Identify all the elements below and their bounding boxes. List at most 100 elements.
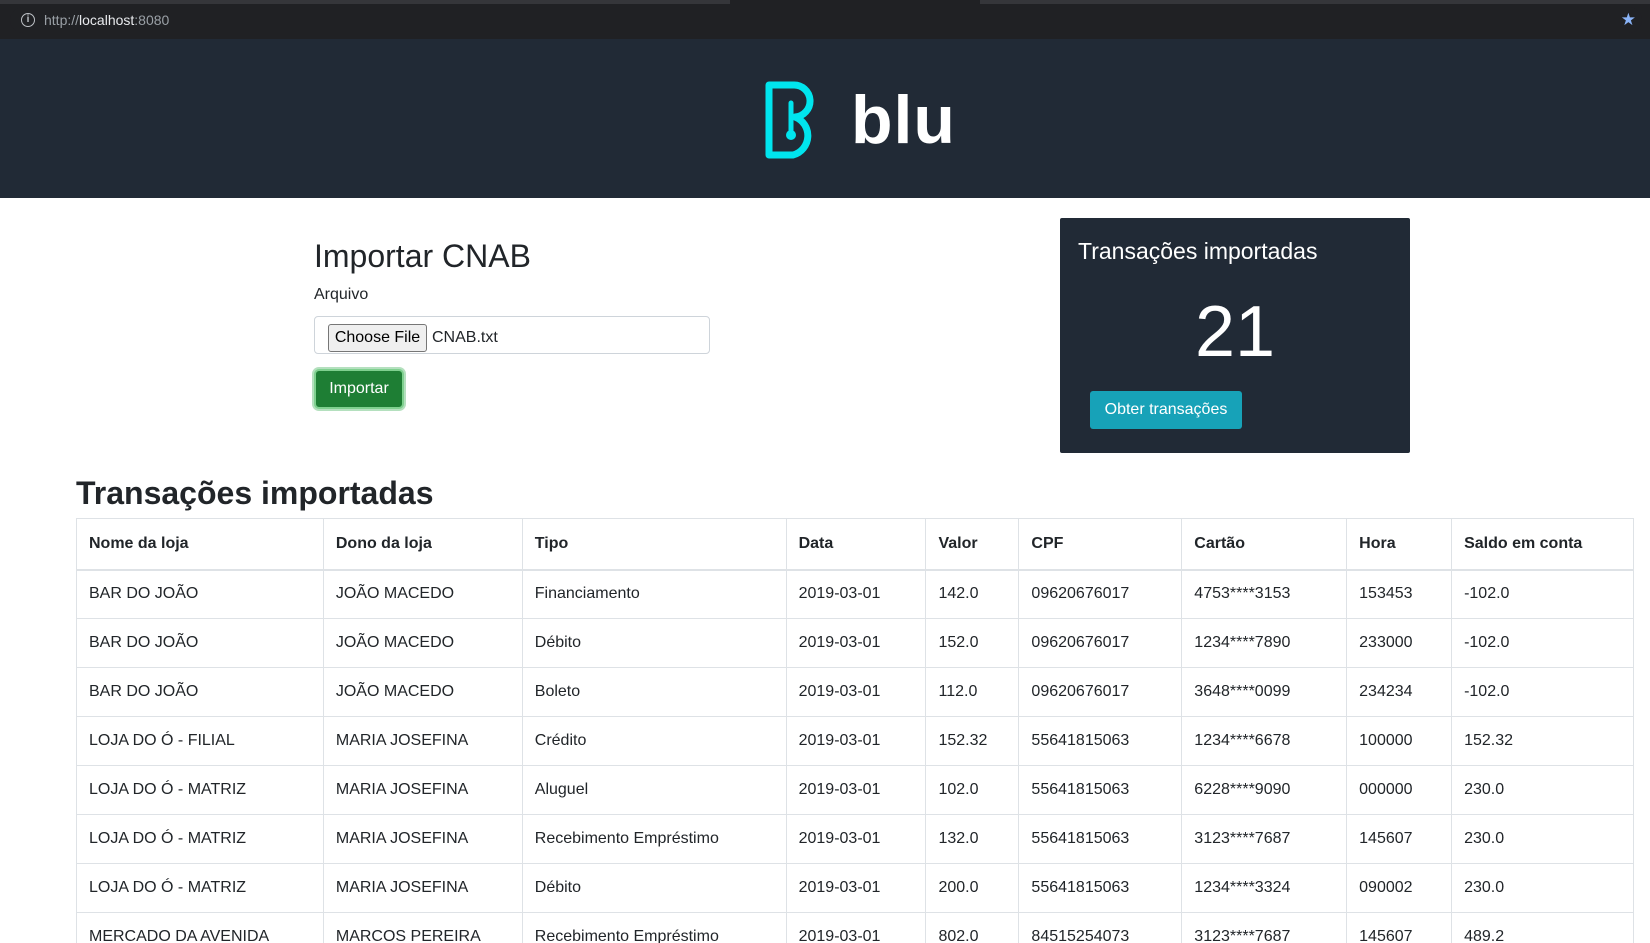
cpf-cell: 55641815063	[1018, 863, 1183, 913]
import-title: Importar CNAB	[314, 238, 531, 274]
value-cell: 102.0	[925, 765, 1020, 815]
cpf-cell: 55641815063	[1018, 716, 1183, 766]
column-header: Data	[785, 518, 927, 571]
table-row: LOJA DO Ó - MATRIZ MARIA JOSEFINA Recebime…	[76, 814, 1634, 864]
time-cell: 100000	[1346, 716, 1453, 766]
app-header: blu	[0, 39, 1650, 198]
owner-cell: JOÃO MACEDO	[322, 667, 523, 717]
fetch-transactions-button[interactable]: Obter transações	[1090, 391, 1242, 429]
store-name-cell: BAR DO JOÃO	[76, 569, 324, 619]
owner-cell: JOÃO MACEDO	[322, 569, 523, 619]
value-cell: 112.0	[925, 667, 1020, 717]
store-name-cell: BAR DO JOÃO	[76, 618, 324, 668]
column-header: Dono da loja	[322, 518, 523, 571]
table-row: LOJA DO Ó - FILIAL MARIA JOSEFINA Crédito 2…	[76, 716, 1634, 766]
summary-card: Transações importadas 21 Obter transaçõe…	[1060, 218, 1410, 453]
time-cell: 153453	[1346, 569, 1453, 619]
cpf-cell: 09620676017	[1018, 667, 1183, 717]
choose-file-button[interactable]: Choose File	[328, 324, 427, 352]
owner-cell: MARCOS PEREIRA	[322, 912, 523, 943]
store-name-cell: LOJA DO Ó - FILIAL	[76, 716, 324, 766]
url-host: localhost	[79, 12, 135, 28]
date-cell: 2019-03-01	[785, 569, 927, 619]
balance-cell: 230.0	[1451, 814, 1634, 864]
balance-cell: 230.0	[1451, 863, 1634, 913]
store-name-cell: BAR DO JOÃO	[76, 667, 324, 717]
type-cell: Recebimento Empréstimo	[521, 912, 787, 943]
table-header-row: Nome da loja Dono da loja Tipo Data Valo…	[76, 518, 1634, 571]
tab-strip	[0, 0, 1650, 4]
file-input[interactable]: Choose File CNAB.txt	[314, 316, 710, 354]
store-name-cell: MERCADO DA AVENIDA	[76, 912, 324, 943]
cpf-cell: 09620676017	[1018, 618, 1183, 668]
summary-title: Transações importadas	[1078, 238, 1318, 264]
time-cell: 234234	[1346, 667, 1453, 717]
type-cell: Débito	[521, 863, 787, 913]
url-text[interactable]: http://localhost:8080	[44, 12, 169, 28]
bookmark-star-icon[interactable]: ★	[1621, 10, 1636, 30]
table-row: BAR DO JOÃO JOÃO MACEDO Boleto 2019-03-01 11…	[76, 667, 1634, 717]
logo: blu	[763, 79, 963, 161]
cpf-cell: 55641815063	[1018, 814, 1183, 864]
store-name-cell: LOJA DO Ó - MATRIZ	[76, 765, 324, 815]
card-cell: 1234****3324	[1181, 863, 1348, 913]
value-cell: 802.0	[925, 912, 1020, 943]
address-bar[interactable]: i http://localhost:8080 ★	[10, 7, 1642, 33]
browser-toolbar: i http://localhost:8080 ★	[0, 0, 1650, 39]
value-cell: 200.0	[925, 863, 1020, 913]
info-icon[interactable]: i	[21, 13, 35, 27]
value-cell: 152.32	[925, 716, 1020, 766]
type-cell: Aluguel	[521, 765, 787, 815]
column-header: Cartão	[1181, 518, 1348, 571]
time-cell: 000000	[1346, 765, 1453, 815]
type-cell: Crédito	[521, 716, 787, 766]
balance-cell: 152.32	[1451, 716, 1634, 766]
owner-cell: MARIA JOSEFINA	[322, 716, 523, 766]
date-cell: 2019-03-01	[785, 912, 927, 943]
date-cell: 2019-03-01	[785, 814, 927, 864]
time-cell: 145607	[1346, 912, 1453, 943]
column-header: Tipo	[521, 518, 787, 571]
time-cell: 090002	[1346, 863, 1453, 913]
table-row: LOJA DO Ó - MATRIZ MARIA JOSEFINA Aluguel 2…	[76, 765, 1634, 815]
owner-cell: MARIA JOSEFINA	[322, 765, 523, 815]
type-cell: Financiamento	[521, 569, 787, 619]
file-label: Arquivo	[314, 286, 369, 303]
date-cell: 2019-03-01	[785, 716, 927, 766]
active-tab[interactable]	[730, 0, 980, 4]
logo-b-icon	[765, 81, 814, 159]
transaction-count: 21	[1194, 292, 1276, 372]
column-header: Hora	[1346, 518, 1453, 571]
column-header: CPF	[1018, 518, 1183, 571]
balance-cell: -102.0	[1451, 667, 1634, 717]
store-name-cell: LOJA DO Ó - MATRIZ	[76, 814, 324, 864]
url-scheme: http://	[44, 12, 80, 28]
column-header: Saldo em conta	[1451, 518, 1634, 571]
cpf-cell: 55641815063	[1018, 765, 1183, 815]
column-header: Valor	[925, 518, 1020, 571]
table-row: MERCADO DA AVENIDA MARCOS PEREIRA Recebime…	[76, 912, 1634, 943]
card-cell: 4753****3153	[1181, 569, 1348, 619]
selected-file-name: CNAB.txt	[432, 329, 498, 346]
type-cell: Recebimento Empréstimo	[521, 814, 787, 864]
type-cell: Boleto	[521, 667, 787, 717]
time-cell: 145607	[1346, 814, 1453, 864]
table-title: Transações importadas	[76, 475, 434, 511]
column-header: Nome da loja	[76, 518, 324, 571]
logo-text: blu	[851, 82, 956, 158]
value-cell: 142.0	[925, 569, 1020, 619]
store-name-cell: LOJA DO Ó - MATRIZ	[76, 863, 324, 913]
card-cell: 3123****7687	[1181, 912, 1348, 943]
value-cell: 152.0	[925, 618, 1020, 668]
owner-cell: MARIA JOSEFINA	[322, 814, 523, 864]
url-port: :8080	[134, 12, 170, 28]
card-cell: 1234****6678	[1181, 716, 1348, 766]
transactions-table: Nome da loja Dono da loja Tipo Data Valo…	[76, 518, 1634, 943]
value-cell: 132.0	[925, 814, 1020, 864]
date-cell: 2019-03-01	[785, 667, 927, 717]
table-row: LOJA DO Ó - MATRIZ MARIA JOSEFINA Débito 20…	[76, 863, 1634, 913]
date-cell: 2019-03-01	[785, 618, 927, 668]
date-cell: 2019-03-01	[785, 765, 927, 815]
import-button[interactable]: Importar	[314, 369, 404, 409]
card-cell: 1234****7890	[1181, 618, 1348, 668]
